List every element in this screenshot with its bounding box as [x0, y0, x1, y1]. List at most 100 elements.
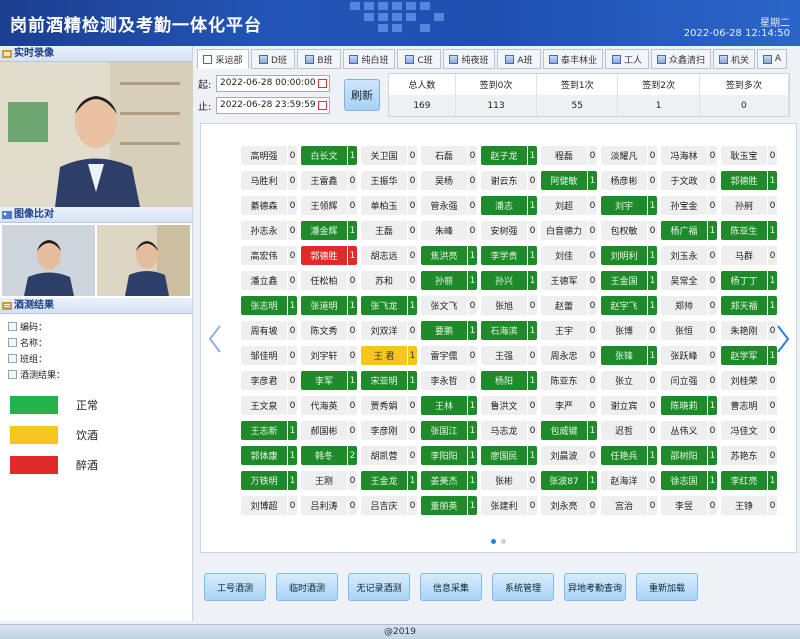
employee-cell[interactable]: 朱峰 0 — [421, 221, 477, 240]
employee-cell[interactable]: 丛伟义 0 — [661, 421, 717, 440]
system-admin-button[interactable]: 系统管理 — [492, 573, 554, 601]
employee-cell[interactable]: 赵海洋 0 — [601, 471, 657, 490]
employee-cell[interactable]: 马志龙 0 — [481, 421, 537, 440]
no-record-test-button[interactable]: 无记录酒测 — [348, 573, 410, 601]
employee-cell[interactable]: 刘佳 0 — [541, 246, 597, 265]
employee-cell[interactable]: 杨丁丁 1 — [721, 271, 777, 290]
employee-cell[interactable]: 赵宇飞 1 — [601, 296, 657, 315]
tab-team[interactable]: 工人 — [605, 49, 649, 69]
tab-team[interactable]: 泰丰林业 — [543, 49, 603, 69]
employee-cell[interactable]: 贾秀娟 0 — [361, 396, 417, 415]
employee-cell[interactable]: 李永哲 0 — [421, 371, 477, 390]
employee-cell[interactable]: 吕利涛 0 — [301, 496, 357, 515]
tab-team[interactable]: A班 — [497, 49, 541, 69]
tab-team[interactable]: 纯夜班 — [443, 49, 495, 69]
employee-cell[interactable]: 刘明利 1 — [601, 246, 657, 265]
employee-cell[interactable]: 张彬 0 — [481, 471, 537, 490]
employee-cell[interactable]: 张文飞 0 — [421, 296, 477, 315]
employee-cell[interactable]: 雷宇儒 0 — [421, 346, 477, 365]
tab-team[interactable]: 纯白班 — [343, 49, 395, 69]
reload-button[interactable]: 重新加载 — [636, 573, 698, 601]
info-collect-button[interactable]: 信息采集 — [420, 573, 482, 601]
employee-cell[interactable]: 刘超 0 — [541, 196, 597, 215]
employee-cell[interactable]: 苏艳东 0 — [721, 446, 777, 465]
next-page-icon[interactable] — [775, 324, 791, 354]
employee-cell[interactable]: 王振华 0 — [361, 171, 417, 190]
employee-cell[interactable]: 刘晨波 0 — [541, 446, 597, 465]
employee-cell[interactable]: 邵树阳 1 — [661, 446, 717, 465]
employee-cell[interactable]: 李军 1 — [301, 371, 357, 390]
employee-cell[interactable]: 刘宇 1 — [601, 196, 657, 215]
employee-cell[interactable]: 白音德力 0 — [541, 221, 597, 240]
employee-cell[interactable]: 闫立强 0 — [661, 371, 717, 390]
employee-cell[interactable]: 吕吉庆 0 — [361, 496, 417, 515]
employee-cell[interactable]: 朱艳刚 0 — [721, 321, 777, 340]
employee-cell[interactable]: 迟哲 0 — [601, 421, 657, 440]
employee-cell[interactable]: 胡志远 0 — [361, 246, 417, 265]
employee-cell[interactable]: 张国江 1 — [421, 421, 477, 440]
prev-page-icon[interactable] — [207, 324, 223, 354]
employee-cell[interactable]: 高明强 0 — [241, 146, 297, 165]
employee-cell[interactable]: 刘永亮 0 — [541, 496, 597, 515]
tab-team[interactable]: 众鑫清扫 — [651, 49, 711, 69]
employee-cell[interactable]: 张志明 1 — [241, 296, 297, 315]
employee-cell[interactable]: 阿健敏 1 — [541, 171, 597, 190]
employee-cell[interactable]: 张博 0 — [601, 321, 657, 340]
employee-cell[interactable]: 陈亚东 0 — [541, 371, 597, 390]
employee-cell[interactable]: 王雷鑫 0 — [301, 171, 357, 190]
employee-cell[interactable]: 王德军 0 — [541, 271, 597, 290]
employee-cell[interactable]: 刘双洋 0 — [361, 321, 417, 340]
employee-cell[interactable]: 包威键 1 — [541, 421, 597, 440]
employee-cell[interactable]: 孙宝金 0 — [661, 196, 717, 215]
employee-cell[interactable]: 郭德胜 1 — [301, 246, 357, 265]
employee-cell[interactable]: 刘桂荣 0 — [721, 371, 777, 390]
employee-cell[interactable]: 安树强 0 — [481, 221, 537, 240]
employee-cell[interactable]: 张恒 0 — [661, 321, 717, 340]
employee-cell[interactable]: 于文政 0 — [661, 171, 717, 190]
employee-cell[interactable]: 刘博超 0 — [241, 496, 297, 515]
employee-cell[interactable]: 王宇 0 — [541, 321, 597, 340]
employee-cell[interactable]: 单柏玉 0 — [361, 196, 417, 215]
calendar-icon[interactable] — [318, 100, 327, 110]
employee-cell[interactable]: 曹志明 0 — [721, 396, 777, 415]
employee-cell[interactable]: 周永忠 0 — [541, 346, 597, 365]
employee-cell[interactable]: 郭体康 1 — [241, 446, 297, 465]
employee-cell[interactable]: 吴杨 0 — [421, 171, 477, 190]
employee-cell[interactable]: 苏和 0 — [361, 271, 417, 290]
tab-team[interactable]: 采运部 — [197, 49, 249, 69]
employee-cell[interactable]: 张锋 1 — [601, 346, 657, 365]
employee-cell[interactable]: 赵学军 1 — [721, 346, 777, 365]
employee-cell[interactable]: 徐志国 1 — [661, 471, 717, 490]
tab-team[interactable]: 机关 — [713, 49, 755, 69]
tab-team[interactable]: B班 — [297, 49, 341, 69]
employee-cell[interactable]: 綦德森 0 — [241, 196, 297, 215]
employee-cell[interactable]: 潘志 1 — [481, 196, 537, 215]
tab-team[interactable]: D班 — [251, 49, 295, 69]
start-time-input[interactable]: 2022-06-28 00:00:00 — [216, 74, 330, 92]
employee-cell[interactable]: 管永强 0 — [421, 196, 477, 215]
employee-cell[interactable]: 程磊 0 — [541, 146, 597, 165]
employee-cell[interactable]: 马群 0 — [721, 246, 777, 265]
employee-cell[interactable]: 李红亮 1 — [721, 471, 777, 490]
employee-cell[interactable]: 冯佳文 0 — [721, 421, 777, 440]
tab-team[interactable]: A — [757, 49, 787, 69]
employee-cell[interactable]: 潘金辉 1 — [301, 221, 357, 240]
employee-cell[interactable]: 耿玉宝 0 — [721, 146, 777, 165]
employee-cell[interactable]: 张旭 0 — [481, 296, 537, 315]
employee-cell[interactable]: 李阳阳 1 — [421, 446, 477, 465]
employee-cell[interactable]: 王磊 0 — [361, 221, 417, 240]
employee-cell[interactable]: 宋亚明 1 — [361, 371, 417, 390]
employee-cell[interactable]: 王铮 0 — [721, 496, 777, 515]
employee-cell[interactable]: 王文泉 0 — [241, 396, 297, 415]
employee-cell[interactable]: 赵子龙 1 — [481, 146, 537, 165]
employee-cell[interactable]: 万铁明 1 — [241, 471, 297, 490]
employee-cell[interactable]: 孙舸 0 — [721, 196, 777, 215]
employee-cell[interactable]: 包权敏 0 — [601, 221, 657, 240]
employee-cell[interactable]: 陈亚生 1 — [721, 221, 777, 240]
employee-cell[interactable]: 张波87 1 — [541, 471, 597, 490]
employee-cell[interactable]: 张跃峰 0 — [661, 346, 717, 365]
employee-cell[interactable]: 白长文 1 — [301, 146, 357, 165]
employee-cell[interactable]: 淡耀凡 0 — [601, 146, 657, 165]
employee-cell[interactable]: 鲁洪文 0 — [481, 396, 537, 415]
page-dot[interactable] — [501, 539, 506, 544]
